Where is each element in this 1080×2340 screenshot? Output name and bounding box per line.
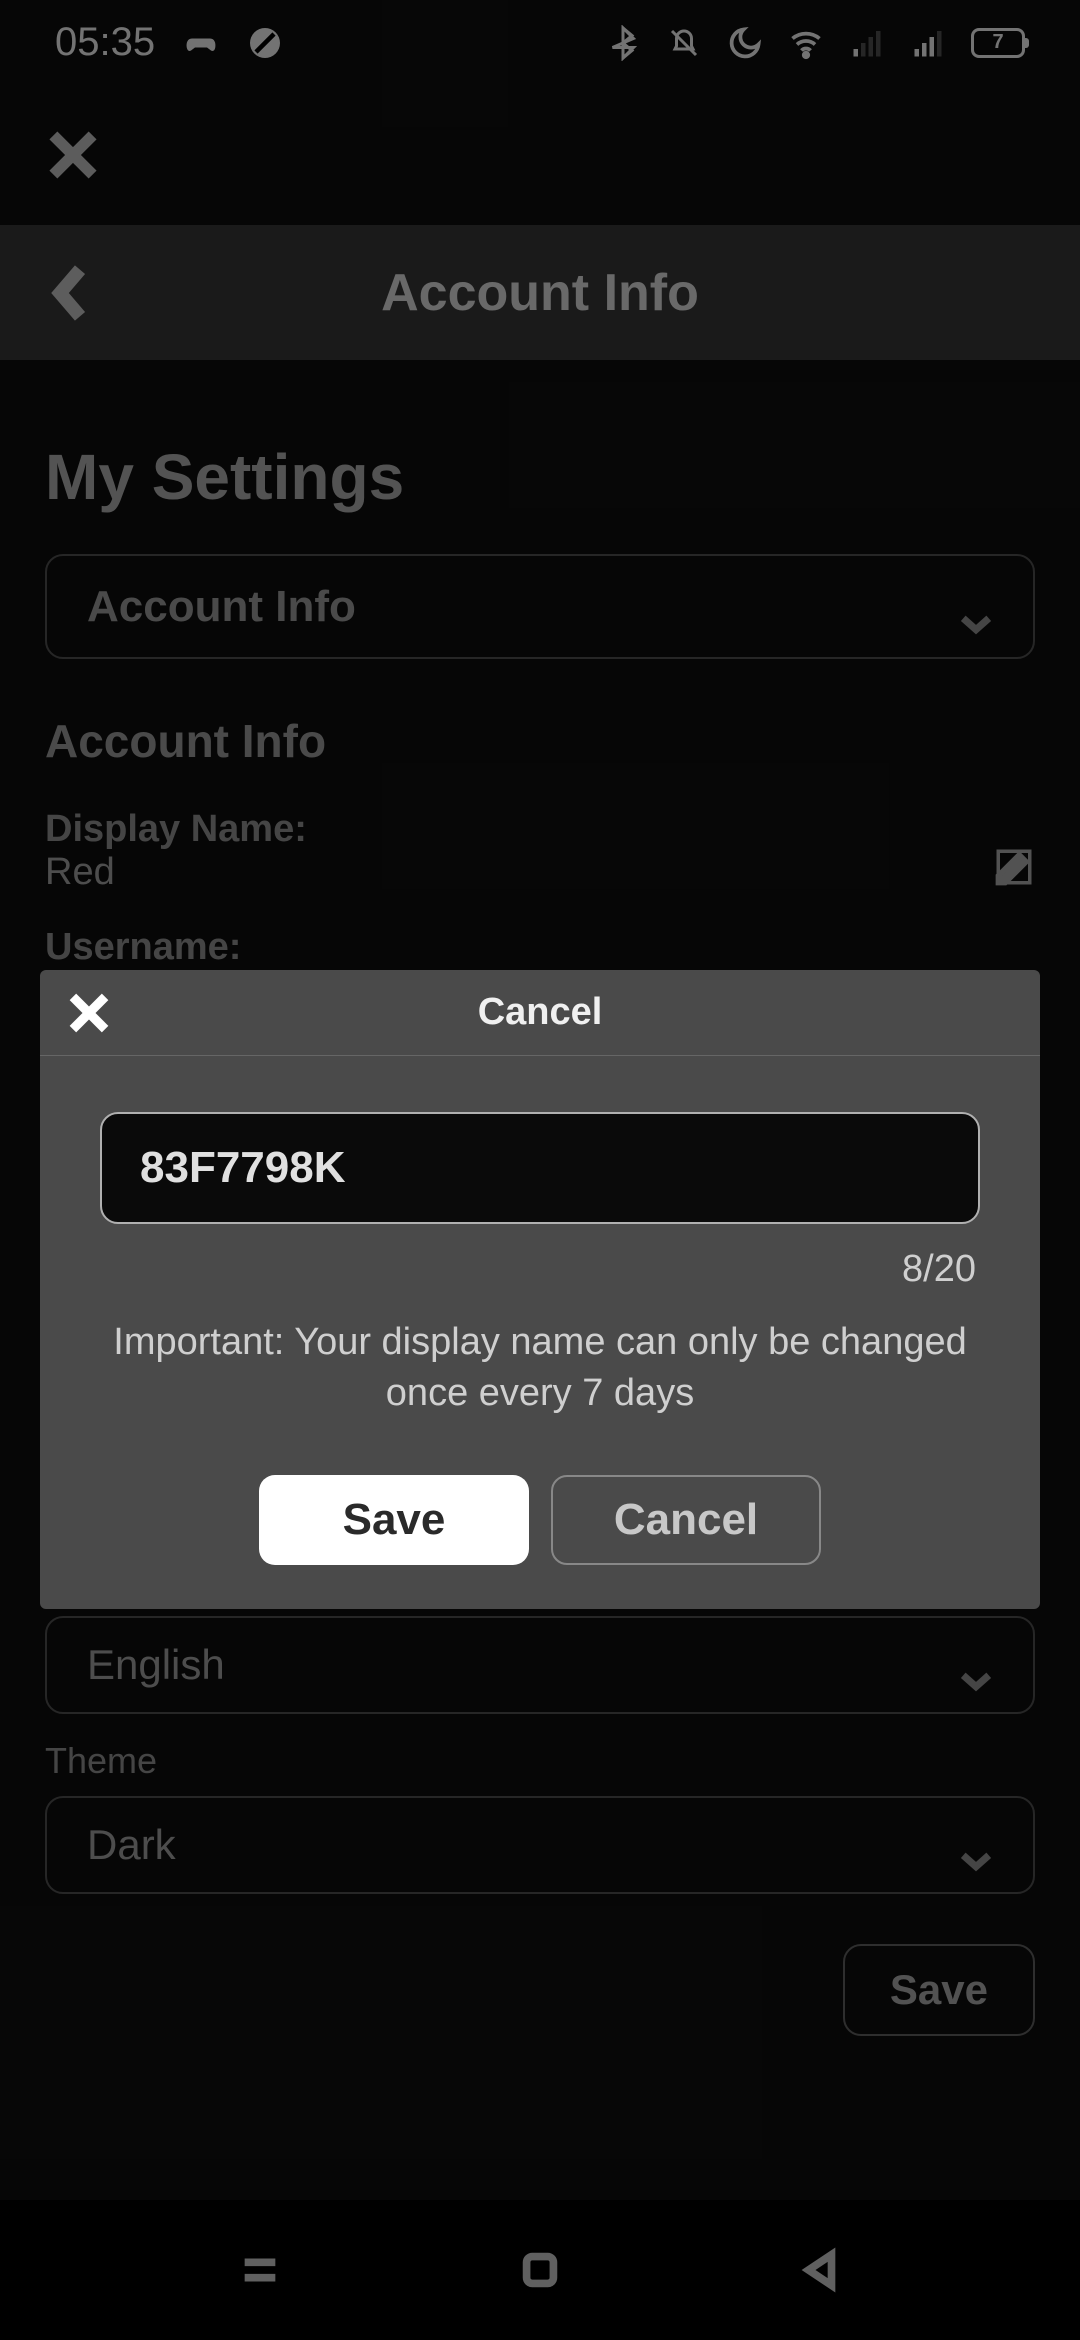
theme-label: Theme <box>45 1740 1035 1782</box>
chevron-down-icon <box>959 596 993 618</box>
edit-display-name-icon[interactable] <box>993 846 1035 888</box>
chevron-down-icon <box>959 1654 993 1676</box>
circle-slash-icon <box>247 25 283 61</box>
recent-apps-icon[interactable] <box>237 2247 283 2293</box>
chevron-down-icon <box>959 1834 993 1856</box>
display-name-value: Red <box>45 851 307 894</box>
modal-save-button[interactable]: Save <box>259 1475 529 1565</box>
close-icon[interactable] <box>45 127 101 183</box>
char-counter: 8/20 <box>100 1248 980 1291</box>
modal-hint: Important: Your display name can only be… <box>100 1317 980 1420</box>
username-label: Username: <box>45 926 284 969</box>
display-name-label: Display Name: <box>45 808 307 851</box>
theme-dropdown[interactable]: Dark <box>45 1796 1035 1894</box>
section-selector-value: Account Info <box>87 582 356 632</box>
page-header-title: Account Info <box>0 263 1080 323</box>
battery-icon: 7 <box>971 28 1025 58</box>
signal-weak-icon <box>849 25 885 61</box>
back-icon[interactable] <box>797 2247 843 2293</box>
page-title: My Settings <box>45 440 1035 514</box>
status-bar: 05:35 7 <box>0 0 1080 85</box>
modal-title: Cancel <box>40 991 1040 1034</box>
section-selector[interactable]: Account Info <box>45 554 1035 659</box>
bell-off-icon <box>666 25 702 61</box>
display-name-input[interactable] <box>100 1112 980 1224</box>
status-time: 05:35 <box>55 20 155 65</box>
android-nav-bar <box>0 2200 1080 2340</box>
modal-cancel-button[interactable]: Cancel <box>551 1475 821 1565</box>
bluetooth-icon <box>605 25 641 61</box>
edit-display-name-modal: Cancel 8/20 Important: Your display name… <box>40 970 1040 1609</box>
home-icon[interactable] <box>517 2247 563 2293</box>
language-value: English <box>87 1641 225 1689</box>
language-dropdown[interactable]: English <box>45 1616 1035 1714</box>
signal-icon <box>910 25 946 61</box>
save-button[interactable]: Save <box>843 1944 1035 2036</box>
app-bar <box>0 85 1080 225</box>
section-title: Account Info <box>45 714 1035 768</box>
wifi-icon <box>788 25 824 61</box>
sub-header: Account Info <box>0 225 1080 360</box>
theme-value: Dark <box>87 1821 176 1869</box>
moon-icon <box>727 25 763 61</box>
game-controller-icon <box>183 25 219 61</box>
